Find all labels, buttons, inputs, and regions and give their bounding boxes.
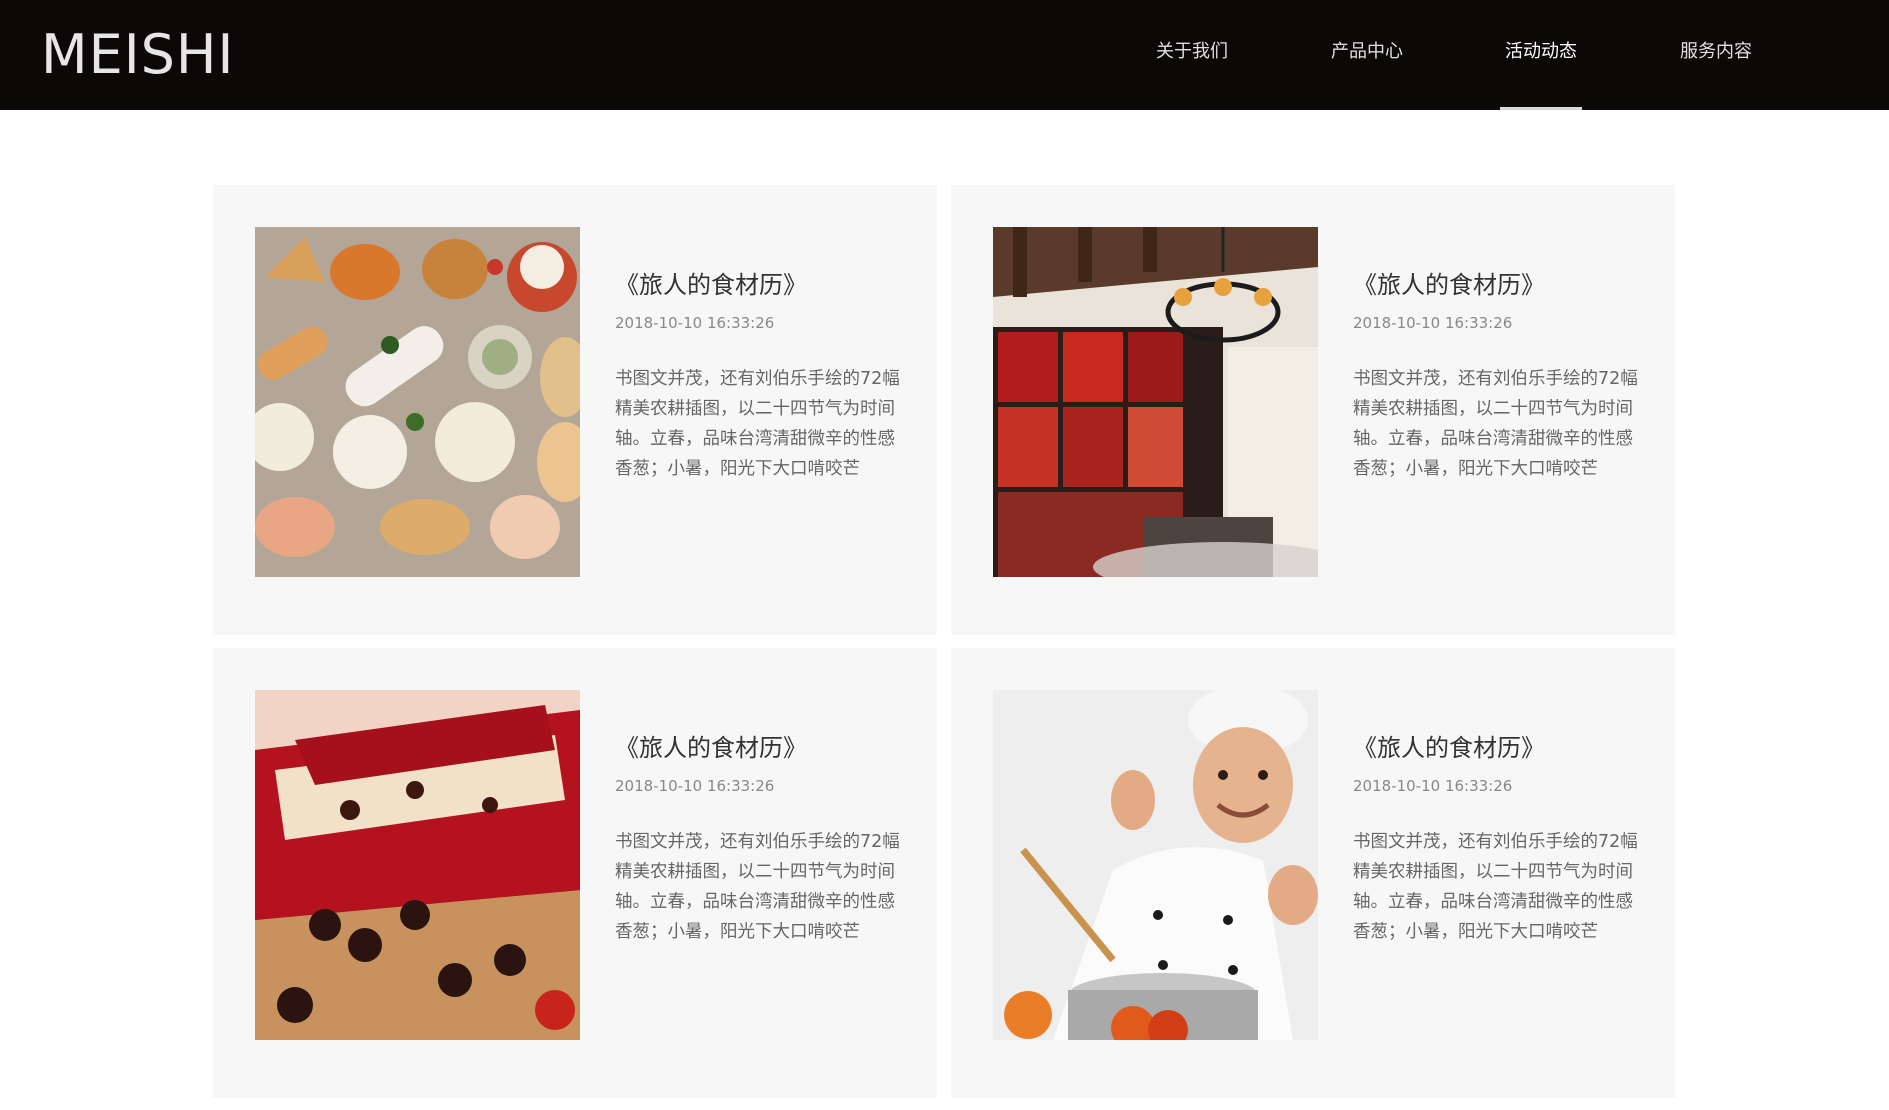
article-title[interactable]: 《旅人的食材历》 [1353,265,1545,300]
article-excerpt: 书图文并茂，还有刘伯乐手绘的72幅精美农耕插图，以二十四节气为时间轴。立春，品味… [615,369,900,479]
red-velvet-cake-photo[interactable] [255,690,580,1040]
article-title[interactable]: 《旅人的食材历》 [615,728,807,763]
article-date: 2018-10-10 16:33:26 [615,314,775,332]
article-excerpt: 书图文并茂，还有刘伯乐手绘的72幅精美农耕插图，以二十四节气为时间轴。立春，品味… [615,832,900,942]
article-date: 2018-10-10 16:33:26 [1353,777,1513,795]
article-excerpt: 书图文并茂，还有刘伯乐手绘的72幅精美农耕插图，以二十四节气为时间轴。立春，品味… [1353,369,1638,479]
article-title[interactable]: 《旅人的食材历》 [615,265,807,300]
nav-item-services[interactable]: 服务内容 [1651,0,1781,110]
article-date: 2018-10-10 16:33:26 [1353,314,1513,332]
article-card[interactable]: 《旅人的食材历》 2018-10-10 16:33:26 书图文并茂，还有刘伯乐… [951,185,1675,635]
article-card[interactable]: 《旅人的食材历》 2018-10-10 16:33:26 书图文并茂，还有刘伯乐… [213,185,937,635]
nav-item-products[interactable]: 产品中心 [1302,0,1432,110]
site-header: MEISHI 关于我们 产品中心 活动动态 服务内容 [0,0,1889,110]
site-logo[interactable]: MEISHI [41,25,234,85]
chef-cooking-photo[interactable] [993,690,1318,1040]
article-card[interactable]: 《旅人的食材历》 2018-10-10 16:33:26 书图文并茂，还有刘伯乐… [213,648,937,1098]
article-date: 2018-10-10 16:33:26 [615,777,775,795]
article-excerpt: 书图文并茂，还有刘伯乐手绘的72幅精美农耕插图，以二十四节气为时间轴。立春，品味… [1353,832,1638,942]
nav-item-activities[interactable]: 活动动态 [1476,0,1606,110]
article-card[interactable]: 《旅人的食材历》 2018-10-10 16:33:26 书图文并茂，还有刘伯乐… [951,648,1675,1098]
dim-sum-photo[interactable] [255,227,580,577]
nav-item-about[interactable]: 关于我们 [1127,0,1257,110]
article-title[interactable]: 《旅人的食材历》 [1353,728,1545,763]
restaurant-interior-photo[interactable] [993,227,1318,577]
